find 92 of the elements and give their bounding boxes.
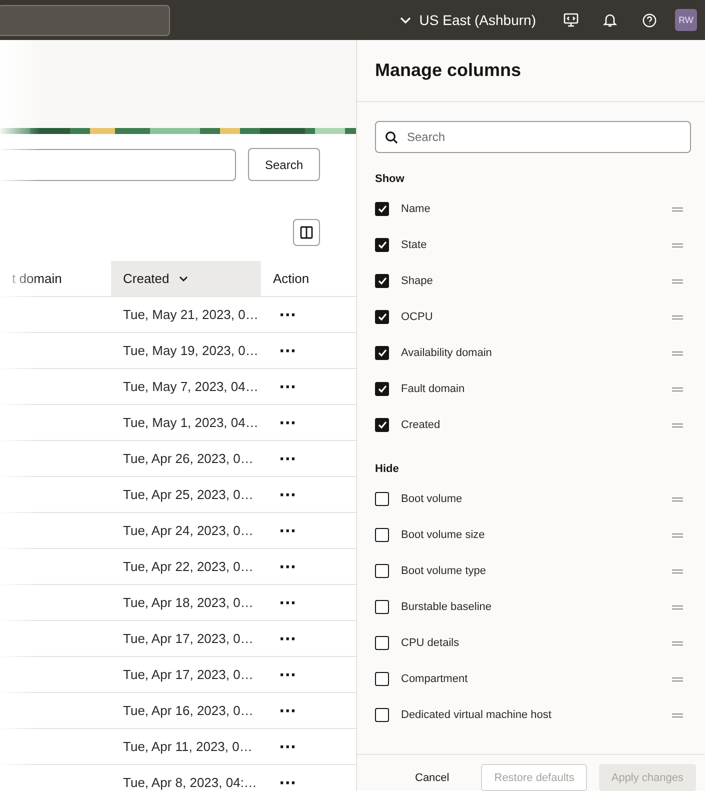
column-label: CPU details bbox=[401, 637, 460, 649]
more-actions-button[interactable]: ··· bbox=[273, 702, 302, 720]
drag-handle-icon[interactable] bbox=[672, 640, 683, 646]
column-label: Created bbox=[401, 419, 442, 431]
drag-handle-icon[interactable] bbox=[672, 712, 683, 718]
checkbox[interactable] bbox=[375, 274, 389, 288]
more-actions-button[interactable]: ··· bbox=[273, 594, 302, 612]
checkbox[interactable] bbox=[375, 564, 389, 578]
table-cell: Tue, Apr 8, 2023, 04:… bbox=[111, 765, 261, 791]
more-actions-button[interactable]: ··· bbox=[273, 306, 302, 324]
drag-handle-icon[interactable] bbox=[672, 532, 683, 538]
drag-handle-icon[interactable] bbox=[672, 604, 683, 610]
checkbox[interactable] bbox=[375, 672, 389, 686]
checkbox[interactable] bbox=[375, 418, 389, 432]
column-label: State bbox=[401, 239, 428, 251]
table-cell: Tue, Apr 18, 2023, 0… bbox=[111, 585, 261, 621]
checkbox[interactable] bbox=[375, 528, 389, 542]
chevron-down-icon bbox=[400, 16, 412, 24]
table-cell: Tue, May 19, 2023, 0… bbox=[111, 333, 261, 369]
group-title: Show bbox=[375, 173, 406, 185]
checkbox[interactable] bbox=[375, 238, 389, 252]
column-label: Dedicated virtual machine host bbox=[401, 709, 552, 721]
more-actions-button[interactable]: ··· bbox=[273, 666, 302, 684]
checkbox[interactable] bbox=[375, 492, 389, 506]
checkmark-icon bbox=[378, 313, 386, 321]
table-cell: Tue, Apr 17, 2023, 0… bbox=[111, 621, 261, 657]
table-cell: Tue, Apr 11, 2023, 0… bbox=[111, 729, 261, 765]
checkbox[interactable] bbox=[375, 708, 389, 722]
checkmark-icon bbox=[378, 205, 386, 213]
checkbox[interactable] bbox=[375, 346, 389, 360]
columns-icon[interactable] bbox=[293, 219, 320, 246]
table-cell: Tue, Apr 26, 2023, 0… bbox=[111, 441, 261, 477]
table-cell: Tue, May 1, 2023, 04… bbox=[111, 405, 261, 441]
table-cell: Tue, Apr 16, 2023, 0… bbox=[111, 693, 261, 729]
drag-handle-icon[interactable] bbox=[672, 206, 683, 212]
more-actions-button[interactable]: ··· bbox=[273, 378, 302, 396]
checkmark-icon bbox=[378, 421, 386, 429]
column-label: OCPU bbox=[401, 311, 434, 323]
drag-handle-icon[interactable] bbox=[672, 568, 683, 574]
column-label: Boot volume bbox=[401, 493, 464, 505]
region-selector[interactable]: US East (Ashburn) bbox=[400, 12, 536, 28]
column-label: Name bbox=[401, 203, 432, 215]
checkmark-icon bbox=[378, 241, 386, 249]
more-actions-button[interactable]: ··· bbox=[273, 522, 302, 540]
more-actions-button[interactable]: ··· bbox=[273, 558, 302, 576]
column-label: Boot volume size bbox=[401, 529, 486, 541]
checkbox[interactable] bbox=[375, 600, 389, 614]
drag-handle-icon[interactable] bbox=[672, 676, 683, 682]
column-label: Fault domain bbox=[401, 383, 466, 395]
column-label: Burstable baseline bbox=[401, 601, 493, 613]
checkbox[interactable] bbox=[375, 382, 389, 396]
column-label: Availability domain bbox=[401, 347, 493, 359]
column-label: Compartment bbox=[401, 673, 469, 685]
more-actions-button[interactable]: ··· bbox=[273, 486, 302, 504]
checkbox[interactable] bbox=[375, 310, 389, 324]
drag-handle-icon[interactable] bbox=[672, 496, 683, 502]
checkmark-icon bbox=[378, 277, 386, 285]
drag-handle-icon[interactable] bbox=[672, 242, 683, 248]
table-cell: Tue, May 7, 2023, 04… bbox=[111, 369, 261, 405]
drag-handle-icon[interactable] bbox=[672, 386, 683, 392]
user-avatar[interactable]: RW bbox=[675, 9, 697, 31]
checkmark-icon bbox=[378, 349, 386, 357]
table-cell: Tue, May 21, 2023, 0… bbox=[111, 297, 261, 333]
more-actions-button[interactable]: ··· bbox=[273, 630, 302, 648]
more-actions-button[interactable]: ··· bbox=[273, 450, 302, 468]
checkmark-icon bbox=[378, 385, 386, 393]
column-search-field[interactable]: Search bbox=[375, 121, 691, 153]
global-search-field[interactable] bbox=[0, 4, 170, 36]
table-cell: Tue, Apr 17, 2023, 0… bbox=[111, 657, 261, 693]
search-icon bbox=[385, 131, 398, 144]
search-field[interactable] bbox=[0, 148, 236, 180]
table-cell: Tue, Apr 24, 2023, 0… bbox=[111, 513, 261, 549]
group-title: Hide bbox=[375, 463, 400, 475]
panel-title: Manage columns bbox=[357, 40, 705, 102]
search-button[interactable]: Search bbox=[248, 148, 320, 181]
more-actions-button[interactable]: ··· bbox=[273, 342, 302, 360]
drag-handle-icon[interactable] bbox=[672, 350, 683, 356]
column-label: Boot volume type bbox=[401, 565, 487, 577]
drag-handle-icon[interactable] bbox=[672, 314, 683, 320]
table-cell: Tue, Apr 22, 2023, 0… bbox=[111, 549, 261, 585]
chevron-down-icon bbox=[179, 276, 188, 282]
footer-button[interactable]: Cancel bbox=[403, 764, 462, 791]
column-header[interactable]: Created bbox=[111, 261, 261, 297]
more-actions-button[interactable]: ··· bbox=[273, 738, 302, 756]
drag-handle-icon[interactable] bbox=[672, 422, 683, 428]
column-label: Shape bbox=[401, 275, 434, 287]
table-cell: Tue, Apr 25, 2023, 0… bbox=[111, 477, 261, 513]
checkbox[interactable] bbox=[375, 636, 389, 650]
more-actions-button[interactable]: ··· bbox=[273, 774, 302, 791]
more-actions-button[interactable]: ··· bbox=[273, 414, 302, 432]
drag-handle-icon[interactable] bbox=[672, 278, 683, 284]
checkbox[interactable] bbox=[375, 202, 389, 216]
